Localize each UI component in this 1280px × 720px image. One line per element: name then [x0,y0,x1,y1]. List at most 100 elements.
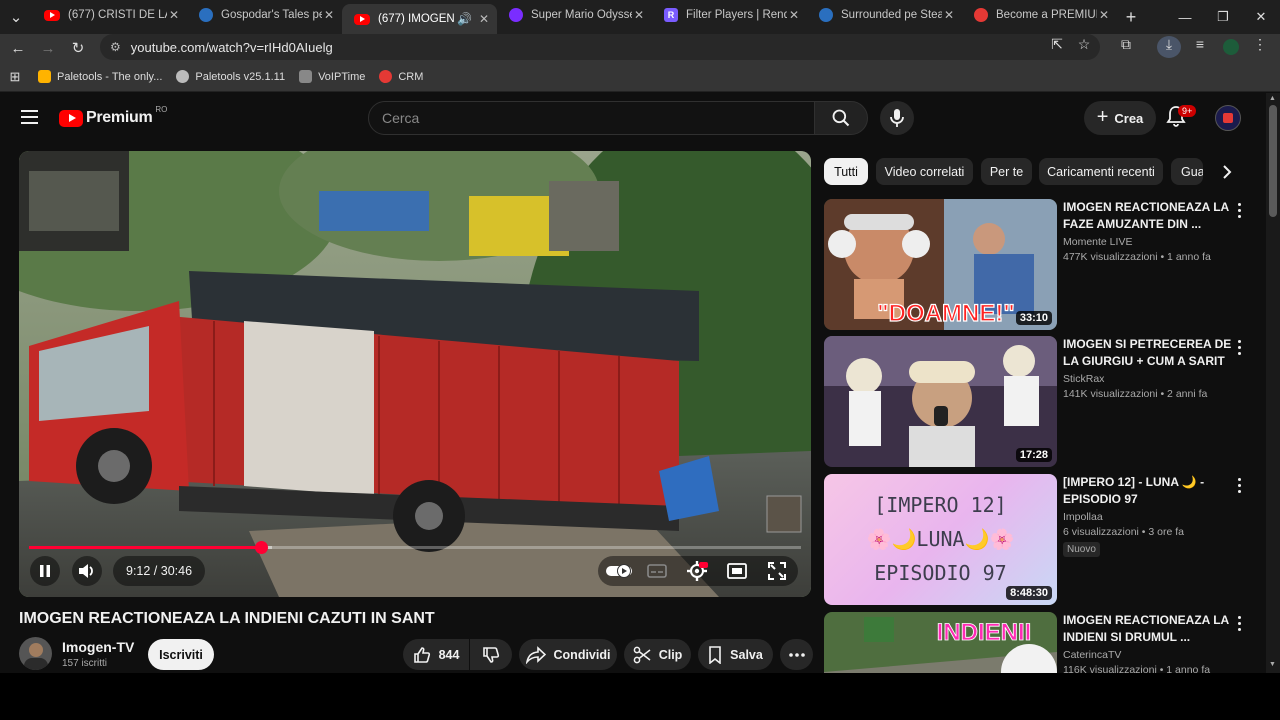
window-close-icon[interactable]: ✕ [1242,9,1280,25]
more-vertical-icon[interactable] [1237,478,1243,494]
close-icon[interactable]: ✕ [942,8,956,22]
country-code: RO [155,104,168,114]
video-title[interactable]: IMOGEN REACTIONEAZA LA INDIENI SI DRUMUL… [1063,612,1233,646]
like-button[interactable]: 844 [403,639,469,670]
volume-button[interactable] [72,556,102,586]
channel-name[interactable]: Impollaa [1063,511,1233,523]
channel-name[interactable]: StickRax [1063,373,1233,385]
close-icon[interactable]: ✕ [477,12,491,26]
video-thumbnail[interactable]: [IMPERO 12] 🌸🌙LUNA🌙🌸 EPISODIO 97 8:48:30 [824,474,1057,605]
chips-next-button[interactable] [1214,158,1240,185]
share-button[interactable]: Condividi [519,639,617,670]
search-button[interactable] [814,101,868,135]
chip-video-correlati[interactable]: Video correlati [876,158,973,185]
search-input[interactable]: Cerca [368,101,815,135]
dislike-button[interactable] [470,639,512,670]
clip-button[interactable]: Clip [624,639,691,670]
video-thumbnail[interactable]: "DOAMNE!" 33:10 [824,199,1057,330]
tab-3[interactable]: Super Mario Odyssey ✕ [497,1,652,29]
seek-bar[interactable] [29,541,801,554]
subscribe-button[interactable]: Iscriviti [148,639,214,670]
video-title[interactable]: [IMPERO 12] - LUNA 🌙 - EPISODIO 97 [1063,474,1233,508]
apps-grid-icon[interactable]: ⊞ [0,69,30,85]
new-tab-button[interactable]: + [1117,7,1145,28]
chip-caricamenti-recenti[interactable]: Caricamenti recenti [1039,158,1163,185]
url-text[interactable]: youtube.com/watch?v=rIHd0AIuelg [131,40,333,55]
chip-guardati[interactable]: Gua [1171,158,1203,185]
pause-icon [40,565,50,577]
close-icon[interactable]: ✕ [322,8,336,22]
recommended-video[interactable]: [IMPERO 12] 🌸🌙LUNA🌙🌸 EPISODIO 97 8:48:30… [824,474,1254,606]
recommended-video[interactable]: "DOAMNE!" 33:10 IMOGEN REACTIONEAZA LA F… [824,199,1254,331]
recommended-video[interactable]: 17:28 IMOGEN SI PETRECEREA DE LA GIURGIU… [824,336,1254,468]
reload-icon[interactable]: ↻ [63,39,93,57]
bookmark-star-icon[interactable]: ☆ [1072,36,1096,58]
more-vertical-icon[interactable] [1237,203,1243,219]
create-button[interactable]: + Crea [1084,101,1156,135]
tab-1[interactable]: Gospodar's Tales pe S✕ [187,1,342,29]
scroll-up-icon[interactable]: ▲ [1269,95,1276,102]
pause-button[interactable] [30,556,60,586]
install-app-icon[interactable]: ⇱ [1045,36,1069,58]
fullscreen-button[interactable] [764,559,790,583]
search-icon [832,109,850,127]
channel-name[interactable]: Momente LIVE [1063,236,1233,248]
tab-4[interactable]: R Filter Players | Rende ✕ [652,1,807,29]
close-icon[interactable]: ✕ [167,8,181,22]
site-settings-icon[interactable]: ⚙ [110,40,121,54]
video-player[interactable]: 9:12 / 30:46 [19,151,811,597]
address-bar[interactable]: ⚙ youtube.com/watch?v=rIHd0AIuelg ⇱ ☆ [100,34,1100,60]
close-icon[interactable]: ✕ [1097,8,1111,22]
chip-tutti[interactable]: Tutti [824,158,868,185]
recommended-video[interactable]: INDIENII IMOGEN REACTIONEAZA LA INDIENI … [824,612,1254,673]
video-title[interactable]: IMOGEN REACTIONEAZA LA FAZE AMUZANTE DIN… [1063,199,1233,233]
channel-avatar-face [28,643,43,657]
media-controls-icon[interactable]: ≡ [1188,36,1212,58]
bookmark-crm[interactable]: CRM [379,70,423,83]
close-icon[interactable]: ✕ [787,8,801,22]
channel-name[interactable]: CaterincaTV [1063,649,1233,661]
extensions-icon[interactable]: ⧉ [1114,36,1138,58]
subtitles-button[interactable] [644,559,670,583]
menu-dots-icon[interactable]: ⋮ [1248,36,1272,58]
bookmark-paletools-version[interactable]: Paletools v25.1.11 [176,70,285,83]
close-icon[interactable]: ✕ [632,8,646,22]
tab-search-chevron-icon[interactable]: ⌄ [0,8,32,26]
download-icon[interactable]: ⤓ [1157,36,1181,58]
video-thumbnail[interactable]: INDIENII [824,612,1057,673]
steam-icon [199,8,213,22]
seek-handle[interactable] [254,541,268,554]
page-scrollbar[interactable]: ▲ ▼ [1266,93,1280,673]
scrollbar-thumb[interactable] [1269,105,1277,217]
video-title[interactable]: IMOGEN SI PETRECEREA DE LA GIURGIU + CUM… [1063,336,1233,370]
restore-icon[interactable]: ❐ [1204,9,1242,25]
account-avatar[interactable] [1215,105,1241,131]
save-button[interactable]: Salva [698,639,773,670]
video-thumbnail[interactable]: 17:28 [824,336,1057,467]
channel-name[interactable]: Imogen-TV [62,639,134,655]
hamburger-menu-icon[interactable] [21,110,38,124]
more-actions-button[interactable] [780,639,813,670]
chip-per-te[interactable]: Per te [981,158,1032,185]
minimize-icon[interactable]: — [1166,10,1204,25]
profile-avatar-icon[interactable] [1219,36,1243,58]
voice-search-button[interactable] [880,101,914,135]
more-vertical-icon[interactable] [1237,340,1243,356]
tab-0[interactable]: (677) CRISTI DE LA BU✕ [32,1,187,29]
subtitles-icon [647,564,667,578]
miniplayer-button[interactable] [724,559,750,583]
bookmark-voiptime[interactable]: VoIPTime [299,70,365,83]
back-icon[interactable]: ← [3,40,33,57]
forward-icon[interactable]: → [33,40,63,57]
more-vertical-icon[interactable] [1237,616,1243,632]
speaker-icon[interactable]: 🔊 [457,12,472,26]
tab-5[interactable]: Surrounded pe Stean ✕ [807,1,962,29]
channel-avatar[interactable] [19,637,52,670]
bookmark-paletools[interactable]: Paletools - The only... [38,70,162,83]
tab-2-active[interactable]: (677) IMOGEN RE🔊 ✕ [342,4,497,34]
settings-button[interactable] [684,559,710,583]
youtube-premium-logo[interactable]: Premium RO [59,105,167,127]
tab-6[interactable]: Become a PREMIUM ✕ [962,1,1117,29]
autoplay-toggle[interactable] [602,559,636,583]
scroll-down-icon[interactable]: ▼ [1269,661,1276,668]
